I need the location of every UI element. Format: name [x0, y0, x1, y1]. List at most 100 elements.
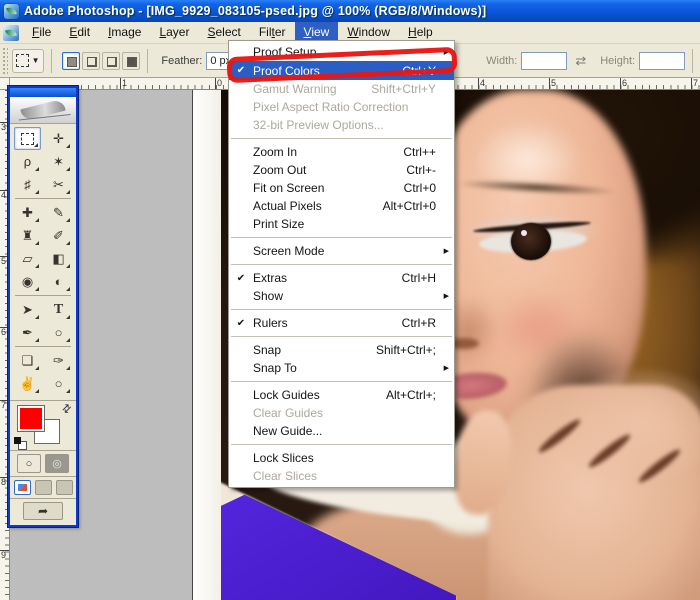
add-to-selection-button[interactable]: [82, 52, 100, 70]
menu-item-rulers[interactable]: ✔RulersCtrl+R: [229, 314, 454, 332]
crop-tool[interactable]: ♯: [14, 173, 41, 196]
menu-item-actual-pixels[interactable]: Actual PixelsAlt+Ctrl+0: [229, 197, 454, 215]
width-label: Width:: [486, 55, 517, 67]
menu-item-proof-colors[interactable]: ✔Proof ColorsCtrl+Y: [229, 61, 454, 80]
title-bar[interactable]: Adobe Photoshop - [IMG_9929_083105-psed.…: [0, 0, 700, 22]
submenu-arrow-icon: ▶: [444, 48, 449, 56]
menu-item-show[interactable]: Show▶: [229, 287, 454, 305]
height-input[interactable]: [639, 52, 685, 70]
slice-icon: ✂: [53, 178, 64, 191]
eyedropper-tool[interactable]: ✑: [45, 349, 72, 372]
menubar-item-edit[interactable]: Edit: [60, 22, 99, 43]
adobe-feather-logo[interactable]: [10, 97, 76, 124]
menu-item-screen-mode[interactable]: Screen Mode▶: [229, 242, 454, 260]
intersect-selection-button[interactable]: [122, 52, 140, 70]
swap-colors-icon[interactable]: ⇄: [59, 401, 75, 417]
jump-to-imageready-button[interactable]: ➦: [23, 502, 63, 520]
menu-separator: [231, 444, 452, 445]
type-tool[interactable]: T: [45, 298, 72, 321]
ruler-number: 6: [622, 79, 627, 88]
feather-icon: [20, 99, 66, 121]
notes-tool[interactable]: ❏: [14, 349, 41, 372]
hand-icon: ✌: [19, 377, 35, 390]
slice-tool[interactable]: ✂: [45, 173, 72, 196]
tool-separator: [15, 295, 71, 296]
menu-item-new-guide[interactable]: New Guide...: [229, 422, 454, 440]
ruler-number: 7: [693, 79, 698, 88]
feather-label: Feather:: [161, 55, 202, 67]
menu-item-print-size[interactable]: Print Size: [229, 215, 454, 233]
toolbox-title-bar[interactable]: [10, 88, 76, 97]
toolbox-tools: ✛ρ✶♯✂✚✎♜✐▱◧◉◐➤T✒○❏✑✌○: [10, 124, 76, 398]
menu-separator: [231, 138, 452, 139]
swap-dimensions-icon[interactable]: ⇄: [575, 53, 586, 69]
checkmark-icon: ✔: [229, 318, 253, 329]
clone-stamp-icon: ♜: [22, 229, 34, 242]
menu-item-32-bit-preview-options: 32-bit Preview Options...: [229, 116, 454, 134]
eraser-tool[interactable]: ▱: [14, 247, 41, 270]
brush-tool[interactable]: ✎: [45, 201, 72, 224]
dodge-tool[interactable]: ◐: [45, 270, 72, 293]
menu-item-extras[interactable]: ✔ExtrasCtrl+H: [229, 269, 454, 287]
zoom-tool[interactable]: ○: [45, 372, 72, 395]
fullscreen-menubar-button[interactable]: [35, 480, 52, 495]
healing-brush-icon: ✚: [22, 206, 33, 219]
hand-tool[interactable]: ✌: [14, 372, 41, 395]
path-selection-icon: ➤: [22, 303, 33, 316]
menu-item-snap-to[interactable]: Snap To▶: [229, 359, 454, 377]
menu-item-fit-on-screen[interactable]: Fit on ScreenCtrl+0: [229, 179, 454, 197]
menu-item-zoom-out[interactable]: Zoom OutCtrl+-: [229, 161, 454, 179]
clone-stamp-tool[interactable]: ♜: [14, 224, 41, 247]
blur-tool[interactable]: ◉: [14, 270, 41, 293]
view-menu-items: Proof Setup▶✔Proof ColorsCtrl+YGamut War…: [228, 40, 455, 488]
move-tool[interactable]: ✛: [45, 127, 72, 150]
rectangular-marquee-tool[interactable]: [14, 127, 41, 150]
standard-screen-button[interactable]: [14, 480, 31, 495]
fullscreen-button[interactable]: [56, 480, 73, 495]
ruler-number: 4: [480, 79, 485, 88]
new-selection-button[interactable]: [62, 52, 80, 70]
pen-tool[interactable]: ✒: [14, 321, 41, 344]
menubar-item-file[interactable]: File: [23, 22, 60, 43]
gradient-tool[interactable]: ◧: [45, 247, 72, 270]
document-icon[interactable]: [3, 25, 19, 41]
menubar-item-layer[interactable]: Layer: [150, 22, 198, 43]
menu-item-lock-slices[interactable]: Lock Slices: [229, 449, 454, 467]
menu-item-proof-setup[interactable]: Proof Setup▶: [229, 43, 454, 61]
foreground-color-swatch[interactable]: [17, 405, 45, 432]
ruler-number: 8: [1, 478, 6, 487]
magic-wand-tool[interactable]: ✶: [45, 150, 72, 173]
menu-item-lock-guides[interactable]: Lock GuidesAlt+Ctrl+;: [229, 386, 454, 404]
brush-icon: ✎: [53, 206, 64, 219]
history-brush-tool[interactable]: ✐: [45, 224, 72, 247]
shape-tool[interactable]: ○: [45, 321, 72, 344]
move-icon: ✛: [53, 132, 64, 145]
menu-separator: [231, 237, 452, 238]
width-input[interactable]: [521, 52, 567, 70]
quick-mask-mode-button[interactable]: ◎: [45, 454, 69, 473]
submenu-arrow-icon: ▶: [444, 364, 449, 372]
healing-brush-tool[interactable]: ✚: [14, 201, 41, 224]
chevron-down-icon: ▼: [32, 56, 40, 65]
menu-item-clear-slices: Clear Slices: [229, 467, 454, 485]
photoshop-window: Adobe Photoshop - [IMG_9929_083105-psed.…: [0, 0, 700, 600]
ruler-number: 5: [551, 79, 556, 88]
ruler-number: 3: [1, 123, 6, 132]
path-selection-tool[interactable]: ➤: [14, 298, 41, 321]
menu-item-snap[interactable]: SnapShift+Ctrl+;: [229, 341, 454, 359]
crop-icon: ♯: [24, 178, 31, 191]
standard-mode-button[interactable]: ○: [17, 454, 41, 473]
tool-preset-picker[interactable]: ▼: [12, 49, 44, 73]
menu-item-zoom-in[interactable]: Zoom InCtrl++: [229, 143, 454, 161]
blur-icon: ◉: [22, 275, 33, 288]
gradient-icon: ◧: [52, 252, 64, 265]
lasso-tool[interactable]: ρ: [14, 150, 41, 173]
separator: [692, 49, 693, 73]
imageready-row: ➦: [10, 498, 76, 523]
default-colors-icon[interactable]: [14, 437, 26, 449]
menubar-item-image[interactable]: Image: [99, 22, 150, 43]
notes-icon: ❏: [22, 354, 34, 367]
options-bar-grip[interactable]: [2, 47, 8, 75]
subtract-from-selection-button[interactable]: [102, 52, 120, 70]
screen-mode-group: [10, 476, 76, 498]
